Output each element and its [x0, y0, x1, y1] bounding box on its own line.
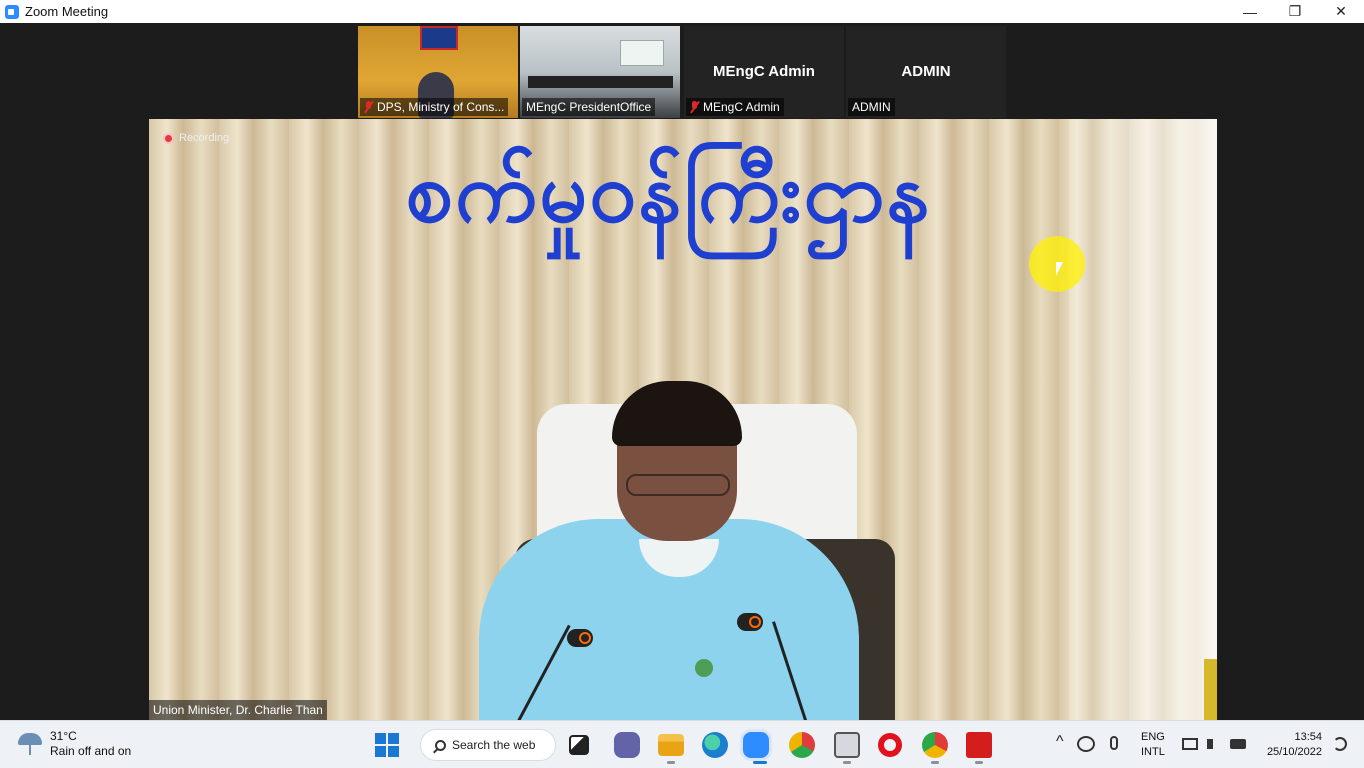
system-clock[interactable]: 13:54 25/10/2022 — [1258, 730, 1322, 760]
microphone-icon — [737, 613, 763, 631]
search-icon — [435, 739, 446, 751]
zoom-app-icon — [5, 4, 19, 19]
network-drive-icon[interactable] — [834, 732, 860, 758]
running-indicator — [843, 761, 851, 764]
show-hidden-icons-chevron-icon[interactable]: ^ — [1056, 733, 1064, 751]
active-indicator — [753, 761, 767, 764]
close-button[interactable]: ✕ — [1318, 0, 1364, 23]
teams-chat-icon[interactable] — [614, 732, 640, 758]
microphone-icon — [567, 629, 593, 647]
participant-name: MEngC Admin — [703, 100, 780, 114]
sync-icon[interactable] — [1077, 736, 1095, 752]
weather-widget[interactable]: 31°C Rain off and on — [18, 729, 131, 759]
speaker-glasses — [626, 474, 730, 496]
opera-icon[interactable] — [878, 733, 902, 757]
battery-icon[interactable] — [1230, 739, 1246, 749]
clock-time: 13:54 — [1294, 731, 1322, 743]
weather-temp: 31°C — [50, 729, 77, 743]
participant-tile[interactable]: MEngC Admin MEngC Admin — [684, 26, 844, 118]
participant-name: DPS, Ministry of Cons... — [377, 100, 505, 114]
lang-code: ENG — [1141, 731, 1165, 743]
active-speaker-video[interactable]: Recording စက်မှုဝန်ကြီးဌာန Union Ministe… — [149, 119, 1217, 720]
pin-badge — [695, 659, 713, 677]
recording-indicator[interactable]: Recording — [163, 132, 229, 144]
mic-muted-icon — [690, 101, 699, 113]
search-label: Search the web — [452, 738, 536, 752]
recording-label: Recording — [179, 132, 230, 144]
window-light — [1069, 119, 1217, 720]
acrobat-icon[interactable] — [966, 732, 992, 758]
minimize-button[interactable]: — — [1227, 0, 1273, 23]
participant-tile[interactable]: DPS, Ministry of Cons... — [358, 26, 518, 118]
room-screen — [620, 40, 664, 66]
participant-label: MEngC Admin — [686, 98, 784, 116]
window-title: Zoom Meeting — [25, 4, 109, 19]
mic-muted-icon — [364, 101, 373, 113]
participant-tile[interactable]: MEngC PresidentOffice — [520, 26, 680, 118]
restore-button[interactable]: ❐ — [1272, 0, 1318, 23]
weather-desc: Rain off and on — [50, 744, 132, 758]
participant-label: MEngC PresidentOffice — [522, 98, 656, 116]
keyboard-layout: INTL — [1141, 746, 1165, 758]
running-indicator — [975, 761, 983, 764]
file-explorer-icon[interactable] — [658, 734, 684, 756]
flag-edge — [1204, 659, 1217, 720]
task-view-icon[interactable] — [569, 735, 589, 755]
chrome-icon[interactable] — [922, 732, 948, 758]
conference-table — [528, 76, 673, 88]
app-icon[interactable] — [789, 732, 815, 758]
participant-display-name: MEngC Admin — [713, 63, 815, 80]
participant-label: ADMIN — [848, 98, 895, 116]
speaker-label: Union Minister, Dr. Charlie Than — [149, 700, 327, 720]
taskbar: 31°C Rain off and on Search the web ^ EN… — [0, 720, 1364, 768]
recording-icon — [163, 132, 174, 144]
volume-icon[interactable] — [1207, 739, 1213, 749]
participant-label: DPS, Ministry of Cons... — [360, 98, 509, 116]
title-bar: Zoom Meeting — ❐ ✕ — [0, 0, 1364, 23]
running-indicator — [667, 761, 675, 764]
emblem-image — [420, 26, 458, 50]
ministry-banner: စက်မှုဝန်ကြီးဌာန — [405, 143, 933, 241]
input-language[interactable]: ENG INTL — [1141, 730, 1165, 760]
search-box[interactable]: Search the web — [420, 729, 556, 761]
speaker-hair — [612, 381, 742, 446]
windows-start-icon[interactable] — [375, 733, 399, 757]
participant-name: ADMIN — [852, 100, 891, 114]
participant-name: MEngC PresidentOffice — [526, 100, 652, 114]
notifications-moon-icon[interactable] — [1333, 737, 1347, 751]
participant-display-name: ADMIN — [901, 63, 951, 80]
edge-icon[interactable] — [702, 732, 728, 758]
participant-tile[interactable]: ADMIN ADMIN — [846, 26, 1006, 118]
clock-date: 25/10/2022 — [1266, 746, 1322, 758]
running-indicator — [931, 761, 939, 764]
microphone-tray-icon[interactable] — [1110, 736, 1118, 750]
mouse-cursor-icon — [1056, 262, 1063, 276]
zoom-icon[interactable] — [743, 732, 769, 758]
network-icon[interactable] — [1182, 738, 1198, 750]
rain-icon — [18, 731, 42, 757]
meeting-area: DPS, Ministry of Cons... MEngC President… — [0, 23, 1364, 720]
